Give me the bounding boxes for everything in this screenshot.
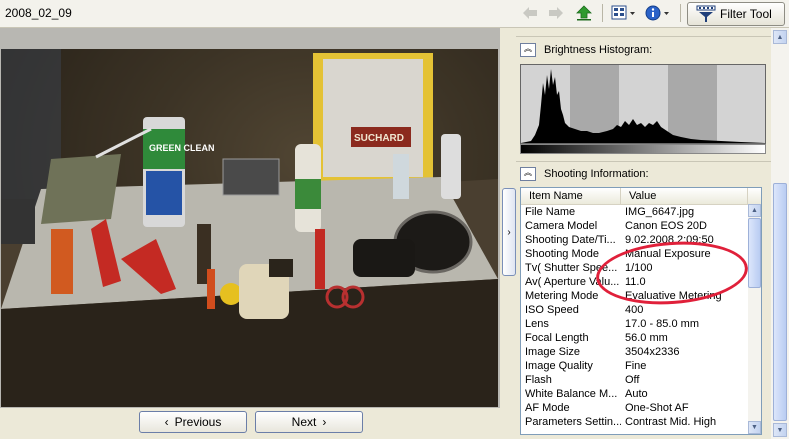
shooting-info-title: Shooting Information: bbox=[544, 168, 649, 180]
forward-arrow-icon bbox=[549, 7, 563, 19]
row-item-name: ISO Speed bbox=[525, 304, 579, 316]
column-header-value[interactable]: Value bbox=[621, 188, 748, 204]
table-row[interactable]: Image Quality Fine bbox=[521, 359, 761, 373]
table-row[interactable]: File Name IMG_6647.jpg bbox=[521, 205, 761, 219]
image-viewer: GREEN CLEAN SUCHARD ‹ Previous Next › bbox=[0, 28, 500, 439]
view-mode-button[interactable] bbox=[609, 3, 639, 23]
filter-tool-button[interactable]: Filter Tool bbox=[687, 2, 785, 26]
top-toolbar: 2008_02_09 Filter Tool bbox=[0, 0, 789, 28]
view-mode-icon bbox=[611, 5, 635, 20]
table-row[interactable]: Parameters Settin... Contrast Mid. High bbox=[521, 415, 761, 429]
previous-button[interactable]: ‹ Previous bbox=[139, 411, 247, 433]
histogram-section-header[interactable]: ︽ Brightness Histogram: bbox=[520, 42, 652, 58]
row-item-name: Image Quality bbox=[525, 360, 593, 372]
row-item-name: White Balance M... bbox=[525, 388, 618, 400]
chevron-right-icon: › bbox=[322, 415, 327, 429]
collapse-up-icon[interactable]: ︽ bbox=[520, 167, 536, 181]
row-value: Contrast Mid. High bbox=[625, 416, 717, 428]
table-row[interactable]: ISO Speed 400 bbox=[521, 303, 761, 317]
info-icon bbox=[645, 5, 669, 21]
previous-label: Previous bbox=[174, 415, 222, 429]
table-scrollbar[interactable]: ▲ ▼ bbox=[748, 204, 761, 434]
row-item-name: File Name bbox=[525, 206, 576, 218]
row-value: 17.0 - 85.0 mm bbox=[625, 318, 699, 330]
scroll-thumb[interactable] bbox=[773, 183, 787, 421]
section-divider bbox=[516, 161, 771, 162]
toolbar-separator bbox=[602, 4, 603, 22]
row-value: One-Shot AF bbox=[625, 402, 689, 414]
table-row[interactable]: Flash Off bbox=[521, 373, 761, 387]
histogram-gradient-bar bbox=[520, 144, 766, 154]
panel-splitter[interactable]: › bbox=[501, 28, 516, 439]
chevron-right-icon: › bbox=[507, 226, 511, 238]
folder-title: 2008_02_09 bbox=[5, 6, 72, 20]
brightness-histogram bbox=[520, 64, 766, 144]
info-panel: ︽ Brightness Histogram: ︽ Shooting Infor… bbox=[516, 28, 771, 439]
shooting-section-header[interactable]: ︽ Shooting Information: bbox=[520, 166, 649, 182]
next-label: Next bbox=[291, 415, 317, 429]
row-item-name: Focal Length bbox=[525, 332, 589, 344]
row-value: Auto bbox=[625, 388, 648, 400]
photo-preview: GREEN CLEAN SUCHARD bbox=[1, 49, 498, 407]
back-button[interactable] bbox=[520, 3, 540, 23]
table-row[interactable]: Focal Length 56.0 mm bbox=[521, 331, 761, 345]
row-value: Off bbox=[625, 374, 640, 386]
shooting-info-table: Item Name Value File Name IMG_6647.jpg Cam… bbox=[520, 187, 762, 435]
poster-sign-text: SUCHARD bbox=[354, 133, 404, 144]
table-row[interactable]: AF Mode One-Shot AF bbox=[521, 401, 761, 415]
row-item-name: Flash bbox=[525, 374, 552, 386]
row-item-name: Shooting Date/Ti... bbox=[525, 234, 616, 246]
scroll-down-button[interactable]: ▼ bbox=[773, 423, 787, 437]
scroll-up-button[interactable]: ▲ bbox=[773, 30, 787, 44]
filter-tool-label: Filter Tool bbox=[720, 7, 772, 21]
spray-can-label: GREEN CLEAN bbox=[149, 143, 215, 153]
scroll-thumb[interactable] bbox=[748, 218, 761, 288]
histogram-graph bbox=[521, 65, 765, 143]
table-row[interactable]: Lens 17.0 - 85.0 mm bbox=[521, 317, 761, 331]
table-row[interactable]: Camera Model Canon EOS 20D bbox=[521, 219, 761, 233]
table-row[interactable]: Shooting Date/Ti... 9.02.2008 2:09:50 bbox=[521, 233, 761, 247]
row-item-name: Lens bbox=[525, 318, 549, 330]
up-folder-icon bbox=[576, 5, 592, 21]
row-value: 3504x2336 bbox=[625, 346, 680, 358]
up-folder-button[interactable] bbox=[574, 3, 594, 23]
row-item-name: AF Mode bbox=[525, 402, 570, 414]
filter-icon bbox=[696, 5, 716, 22]
back-arrow-icon bbox=[523, 7, 537, 19]
next-button[interactable]: Next › bbox=[255, 411, 363, 433]
table-row[interactable]: Image Size 3504x2336 bbox=[521, 345, 761, 359]
row-value: 400 bbox=[625, 304, 644, 316]
table-header: Item Name Value bbox=[521, 188, 761, 205]
toolbar-separator bbox=[680, 4, 681, 22]
collapse-panel-handle[interactable]: › bbox=[502, 188, 516, 276]
row-value: Canon EOS 20D bbox=[625, 220, 707, 232]
histogram-title: Brightness Histogram: bbox=[544, 44, 653, 56]
table-row[interactable]: White Balance M... Auto bbox=[521, 387, 761, 401]
section-divider bbox=[516, 36, 771, 37]
row-item-name: Shooting Mode bbox=[525, 248, 599, 260]
column-header-item-name[interactable]: Item Name bbox=[521, 188, 621, 204]
table-body: File Name IMG_6647.jpg Camera Model Canon E… bbox=[521, 205, 761, 429]
collapse-up-icon[interactable]: ︽ bbox=[520, 43, 536, 57]
chevron-left-icon: ‹ bbox=[164, 415, 169, 429]
photo-scene: GREEN CLEAN SUCHARD bbox=[1, 49, 498, 407]
forward-button[interactable] bbox=[546, 3, 566, 23]
row-value: IMG_6647.jpg bbox=[625, 206, 695, 218]
image-nav-bar: ‹ Previous Next › bbox=[0, 408, 500, 439]
scroll-up-button[interactable]: ▲ bbox=[748, 204, 761, 217]
row-item-name: Parameters Settin... bbox=[525, 416, 621, 428]
row-value: Fine bbox=[625, 360, 647, 372]
row-item-name: Camera Model bbox=[525, 220, 598, 232]
panel-scrollbar[interactable]: ▲ ▼ bbox=[771, 28, 789, 439]
info-button[interactable] bbox=[643, 3, 673, 23]
row-value: 56.0 mm bbox=[625, 332, 668, 344]
scroll-down-button[interactable]: ▼ bbox=[748, 421, 761, 434]
row-item-name: Image Size bbox=[525, 346, 581, 358]
